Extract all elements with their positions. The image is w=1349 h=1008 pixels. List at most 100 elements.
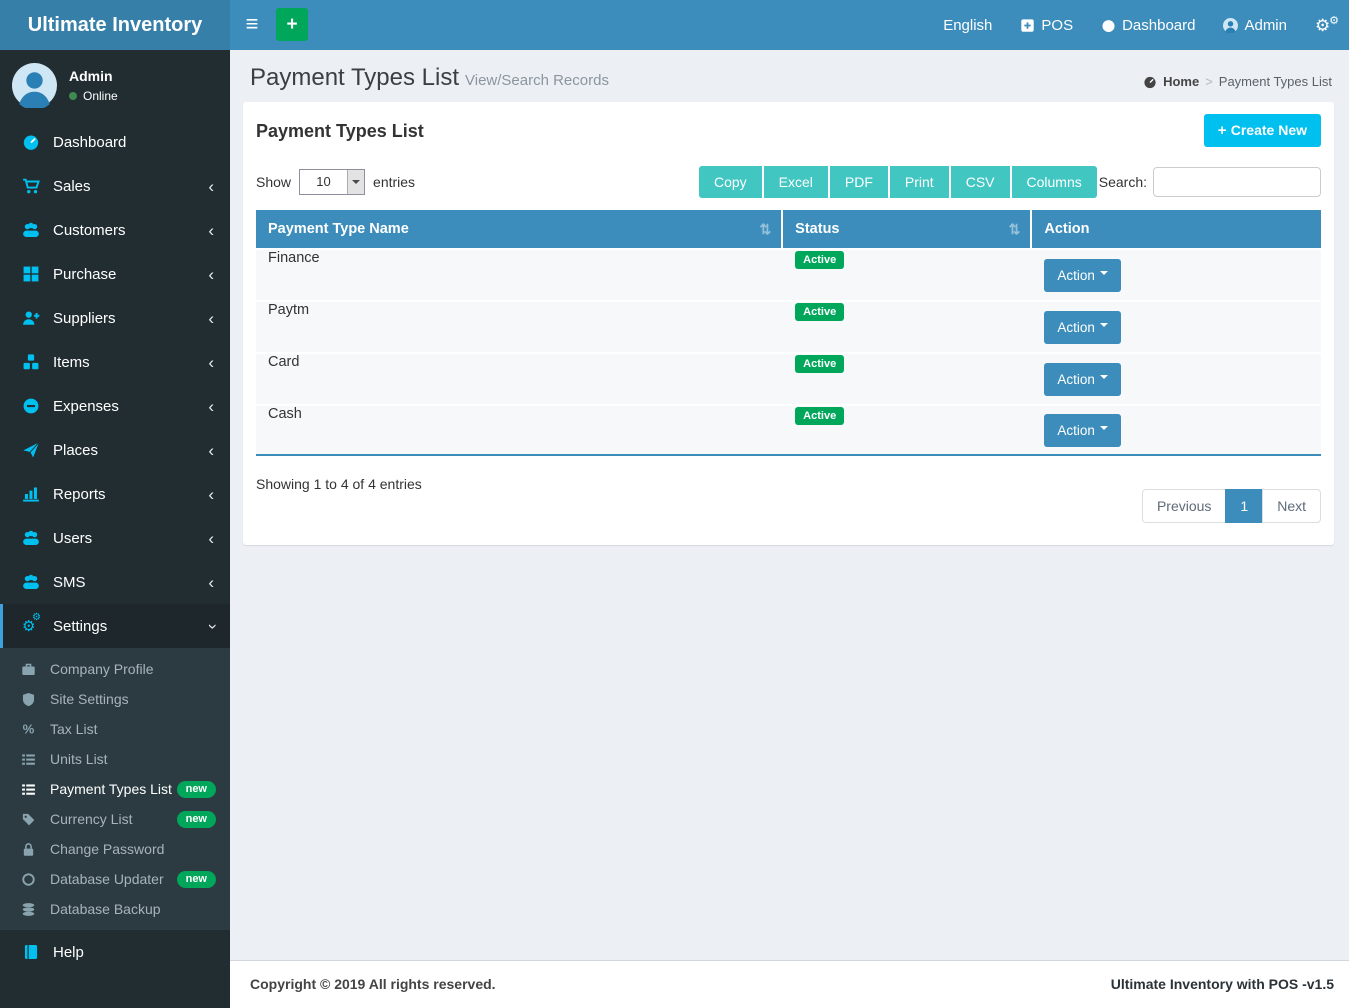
caret-down-icon: [1100, 271, 1108, 279]
action-dropdown-button[interactable]: Action: [1044, 311, 1121, 344]
sidebar-item-label: Users: [53, 530, 92, 547]
sidebar-item-suppliers[interactable]: Suppliers: [0, 296, 230, 340]
sidebar-item-units-list[interactable]: Units List: [0, 744, 230, 774]
sidebar-item-sales[interactable]: Sales: [0, 164, 230, 208]
breadcrumb-home[interactable]: Home: [1163, 74, 1199, 89]
copy-button[interactable]: Copy: [699, 166, 764, 198]
chevron-left-icon: [208, 354, 214, 371]
sidebar-item-dashboard[interactable]: Dashboard: [0, 120, 230, 164]
language-menu[interactable]: English: [943, 17, 992, 34]
submenu-item-label: Database Backup: [50, 901, 161, 917]
sidebar: Admin Online Dashboard Sales Customers P…: [0, 50, 230, 1008]
breadcrumb-separator: >: [1205, 74, 1213, 89]
sidebar-item-label: Dashboard: [53, 134, 126, 151]
users-icon: [22, 573, 40, 591]
dashboard-link[interactable]: Dashboard: [1101, 17, 1195, 34]
percent-icon: [21, 722, 36, 737]
status-badge: Active: [795, 251, 844, 269]
caret-down-icon: [1100, 323, 1108, 331]
sidebar-item-reports[interactable]: Reports: [0, 472, 230, 516]
excel-button[interactable]: Excel: [764, 166, 830, 198]
dashboard-label: Dashboard: [1122, 17, 1195, 34]
sidebar-item-label: Suppliers: [53, 310, 116, 327]
sidebar-item-purchase[interactable]: Purchase: [0, 252, 230, 296]
sidebar-item-help[interactable]: Help: [0, 930, 230, 974]
sidebar-item-change-password[interactable]: Change Password: [0, 834, 230, 864]
user-menu[interactable]: Admin: [1223, 17, 1287, 34]
action-label: Action: [1057, 423, 1095, 438]
brand-logo[interactable]: Ultimate Inventory: [0, 0, 230, 50]
bar-chart-icon: [22, 485, 40, 503]
page-size-select[interactable]: 10: [299, 169, 365, 195]
columns-button[interactable]: Columns: [1012, 166, 1097, 198]
tags-icon: [21, 812, 36, 827]
lock-icon: [21, 842, 36, 857]
print-button[interactable]: Print: [890, 166, 951, 198]
sidebar-item-items[interactable]: Items: [0, 340, 230, 384]
sidebar-item-payment-types-list[interactable]: Payment Types List new: [0, 774, 230, 804]
sidebar-user-name: Admin: [69, 68, 118, 84]
user-avatar: [12, 63, 57, 108]
settings-submenu: Company Profile Site Settings Tax List U…: [0, 648, 230, 930]
sidebar-toggle-icon[interactable]: [232, 0, 272, 50]
action-dropdown-button[interactable]: Action: [1044, 363, 1121, 396]
sidebar-item-label: Customers: [53, 222, 126, 239]
sidebar-item-settings[interactable]: Settings: [0, 604, 230, 648]
sidebar-item-currency-list[interactable]: Currency List new: [0, 804, 230, 834]
user-status: Online: [69, 89, 118, 103]
chevron-left-icon: [208, 178, 214, 195]
csv-button[interactable]: CSV: [951, 166, 1012, 198]
chevron-down-icon: [203, 623, 220, 629]
status-badge: Active: [795, 303, 844, 321]
database-icon: [21, 902, 36, 917]
payment-type-name: Finance: [256, 250, 783, 300]
footer-version: Ultimate Inventory with POS -v1.5: [1111, 976, 1334, 992]
pos-label: POS: [1041, 17, 1073, 34]
previous-page-button[interactable]: Previous: [1142, 489, 1226, 523]
sidebar-item-database-updater[interactable]: Database Updater new: [0, 864, 230, 894]
language-label: English: [943, 17, 992, 34]
submenu-item-label: Units List: [50, 751, 108, 767]
create-new-button[interactable]: Create New: [1204, 114, 1321, 147]
sidebar-item-users[interactable]: Users: [0, 516, 230, 560]
sidebar-item-places[interactable]: Places: [0, 428, 230, 472]
tachometer-icon: [22, 133, 40, 151]
submenu-item-label: Tax List: [50, 721, 97, 737]
column-header-status[interactable]: Status: [783, 210, 1032, 248]
sidebar-item-label: Sales: [53, 178, 91, 195]
sidebar-item-tax-list[interactable]: Tax List: [0, 714, 230, 744]
briefcase-icon: [21, 662, 36, 677]
submenu-item-label: Currency List: [50, 811, 132, 827]
search-input[interactable]: [1153, 167, 1321, 197]
action-label: Action: [1057, 320, 1095, 335]
sidebar-item-site-settings[interactable]: Site Settings: [0, 684, 230, 714]
payment-type-name: Paytm: [256, 302, 783, 352]
sidebar-item-sms[interactable]: SMS: [0, 560, 230, 604]
action-dropdown-button[interactable]: Action: [1044, 414, 1121, 447]
action-dropdown-button[interactable]: Action: [1044, 259, 1121, 292]
user-name-label: Admin: [1244, 17, 1287, 34]
column-header-action: Action: [1032, 210, 1321, 248]
next-page-button[interactable]: Next: [1262, 489, 1321, 523]
submenu-item-label: Payment Types List: [50, 781, 172, 797]
settings-gears-icon[interactable]: [1315, 15, 1337, 35]
status-badge: Active: [795, 355, 844, 373]
tachometer-icon: [1101, 18, 1116, 33]
chevron-left-icon: [208, 222, 214, 239]
pdf-button[interactable]: PDF: [830, 166, 890, 198]
sidebar-item-database-backup[interactable]: Database Backup: [0, 894, 230, 924]
page-1-button[interactable]: 1: [1225, 489, 1263, 523]
pos-link[interactable]: POS: [1020, 17, 1073, 34]
sidebar-item-label: Reports: [53, 486, 106, 503]
action-label: Action: [1057, 268, 1095, 283]
sidebar-item-company-profile[interactable]: Company Profile: [0, 654, 230, 684]
sidebar-item-customers[interactable]: Customers: [0, 208, 230, 252]
quick-add-button[interactable]: [276, 8, 308, 41]
payment-type-name: Card: [256, 354, 783, 404]
submenu-item-label: Company Profile: [50, 661, 154, 677]
sidebar-item-expenses[interactable]: Expenses: [0, 384, 230, 428]
payment-type-name: Cash: [256, 406, 783, 456]
sort-icon: [759, 221, 771, 238]
chevron-left-icon: [208, 442, 214, 459]
column-header-payment-type-name[interactable]: Payment Type Name: [256, 210, 783, 248]
